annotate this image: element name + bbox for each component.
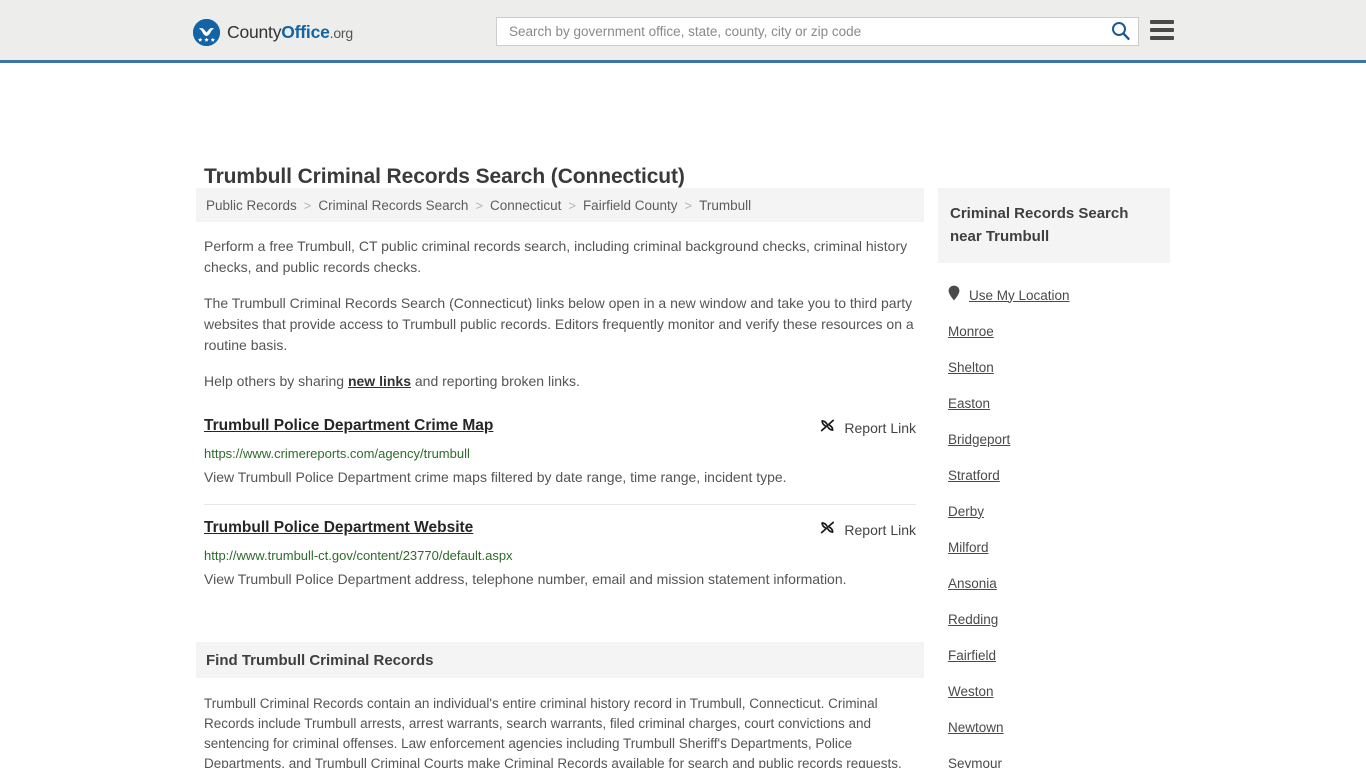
site-logo[interactable]: CountyOffice.org bbox=[193, 19, 353, 46]
results-list: Trumbull Police Department Crime Map Rep… bbox=[196, 416, 924, 606]
sidebar-item-easton[interactable]: Easton bbox=[948, 385, 1170, 421]
sidebar-item-fairfield[interactable]: Fairfield bbox=[948, 637, 1170, 673]
sidebar-item-bridgeport[interactable]: Bridgeport bbox=[948, 421, 1170, 457]
sidebar-item-newtown[interactable]: Newtown bbox=[948, 709, 1170, 745]
search-input[interactable] bbox=[497, 18, 1102, 45]
result-url: https://www.crimereports.com/agency/trum… bbox=[204, 446, 470, 461]
sidebar-link[interactable]: Shelton bbox=[948, 360, 994, 375]
sidebar-link[interactable]: Derby bbox=[948, 504, 984, 519]
sidebar-link[interactable]: Fairfield bbox=[948, 648, 996, 663]
intro-paragraph-2: The Trumbull Criminal Records Search (Co… bbox=[204, 295, 914, 353]
sidebar-link[interactable]: Bridgeport bbox=[948, 432, 1010, 447]
site-header: CountyOffice.org bbox=[0, 0, 1366, 63]
intro-text: Perform a free Trumbull, CT public crimi… bbox=[196, 236, 924, 392]
sidebar-link[interactable]: Ansonia bbox=[948, 576, 997, 591]
sidebar-item-milford[interactable]: Milford bbox=[948, 529, 1170, 565]
sidebar-item-weston[interactable]: Weston bbox=[948, 673, 1170, 709]
report-link-label: Report Link bbox=[844, 522, 916, 538]
sidebar-heading: Criminal Records Search near Trumbull bbox=[938, 188, 1170, 263]
page-title: Trumbull Criminal Records Search (Connec… bbox=[204, 165, 685, 189]
sidebar-link[interactable]: Monroe bbox=[948, 324, 994, 339]
section-heading: Find Trumbull Criminal Records bbox=[196, 642, 924, 678]
logo-text-org: .org bbox=[329, 24, 354, 41]
search-bar[interactable] bbox=[496, 17, 1139, 46]
sidebar-item-stratford[interactable]: Stratford bbox=[948, 457, 1170, 493]
result-header: Trumbull Police Department Crime Map Rep… bbox=[204, 416, 916, 439]
intro-paragraph-1: Perform a free Trumbull, CT public crimi… bbox=[204, 238, 908, 275]
result-item: Trumbull Police Department Crime Map Rep… bbox=[204, 416, 916, 505]
sidebar-link[interactable]: Seymour bbox=[948, 756, 1002, 768]
report-link-label: Report Link bbox=[844, 420, 916, 436]
section-paragraph: Trumbull Criminal Records contain an ind… bbox=[204, 696, 902, 768]
sidebar-link[interactable]: Newtown bbox=[948, 720, 1004, 735]
logo-text-county: County bbox=[227, 21, 282, 42]
result-item: Trumbull Police Department Website Repor… bbox=[204, 518, 916, 606]
breadcrumb-separator: > bbox=[475, 197, 484, 213]
sidebar-link[interactable]: Milford bbox=[948, 540, 989, 555]
intro-p3-before: Help others by sharing bbox=[204, 373, 348, 389]
map-pin-icon bbox=[948, 285, 960, 306]
breadcrumb-item-public-records[interactable]: Public Records bbox=[206, 198, 297, 213]
logo-text: CountyOffice.org bbox=[227, 21, 354, 42]
hamburger-bar bbox=[1150, 20, 1174, 24]
broken-link-icon bbox=[819, 519, 836, 541]
search-icon bbox=[1111, 21, 1130, 43]
breadcrumb-item-connecticut[interactable]: Connecticut bbox=[490, 198, 561, 213]
logo-text-office: Office bbox=[281, 21, 330, 42]
hamburger-bar bbox=[1150, 36, 1174, 40]
sidebar-link[interactable]: Redding bbox=[948, 612, 998, 627]
sidebar-item-redding[interactable]: Redding bbox=[948, 601, 1170, 637]
intro-paragraph-3: Help others by sharing new links and rep… bbox=[204, 371, 916, 392]
breadcrumb-separator: > bbox=[684, 197, 693, 213]
hamburger-menu-icon[interactable] bbox=[1150, 20, 1174, 40]
sidebar-item-use-my-location[interactable]: Use My Location bbox=[948, 277, 1170, 313]
result-description: View Trumbull Police Department address,… bbox=[204, 571, 847, 587]
sidebar: Criminal Records Search near Trumbull Us… bbox=[938, 188, 1170, 768]
sidebar-item-shelton[interactable]: Shelton bbox=[948, 349, 1170, 385]
sidebar-link[interactable]: Stratford bbox=[948, 468, 1000, 483]
sidebar-item-ansonia[interactable]: Ansonia bbox=[948, 565, 1170, 601]
hamburger-bar bbox=[1150, 28, 1174, 32]
search-button[interactable] bbox=[1102, 18, 1138, 45]
sidebar-item-monroe[interactable]: Monroe bbox=[948, 313, 1170, 349]
sidebar-item-seymour[interactable]: Seymour bbox=[948, 745, 1170, 768]
sidebar-link[interactable]: Weston bbox=[948, 684, 994, 699]
new-links-link[interactable]: new links bbox=[348, 373, 411, 389]
result-url: http://www.trumbull-ct.gov/content/23770… bbox=[204, 548, 513, 563]
result-header: Trumbull Police Department Website Repor… bbox=[204, 518, 916, 541]
breadcrumb-separator: > bbox=[568, 197, 576, 213]
report-link-button[interactable]: Report Link bbox=[819, 416, 916, 439]
main-content-column: Public Records > Criminal Records Search… bbox=[196, 188, 924, 768]
sidebar-link[interactable]: Easton bbox=[948, 396, 990, 411]
eagle-shield-icon bbox=[193, 19, 220, 46]
sidebar-item-derby[interactable]: Derby bbox=[948, 493, 1170, 529]
breadcrumb-item-trumbull[interactable]: Trumbull bbox=[699, 198, 751, 213]
breadcrumb: Public Records > Criminal Records Search… bbox=[196, 188, 924, 222]
breadcrumb-item-criminal-records-search[interactable]: Criminal Records Search bbox=[318, 198, 468, 213]
report-link-button[interactable]: Report Link bbox=[819, 518, 916, 541]
intro-p3-after: and reporting broken links. bbox=[411, 373, 580, 389]
broken-link-icon bbox=[819, 417, 836, 439]
result-title-link[interactable]: Trumbull Police Department Crime Map bbox=[204, 416, 493, 436]
breadcrumb-item-fairfield-county[interactable]: Fairfield County bbox=[583, 198, 678, 213]
section-body: Trumbull Criminal Records contain an ind… bbox=[196, 694, 924, 768]
sidebar-nearby-list: Use My Location Monroe Shelton Easton Br… bbox=[938, 277, 1170, 768]
result-description: View Trumbull Police Department crime ma… bbox=[204, 469, 787, 485]
breadcrumb-separator: > bbox=[303, 197, 312, 213]
use-my-location-link[interactable]: Use My Location bbox=[969, 288, 1070, 303]
result-title-link[interactable]: Trumbull Police Department Website bbox=[204, 518, 473, 538]
